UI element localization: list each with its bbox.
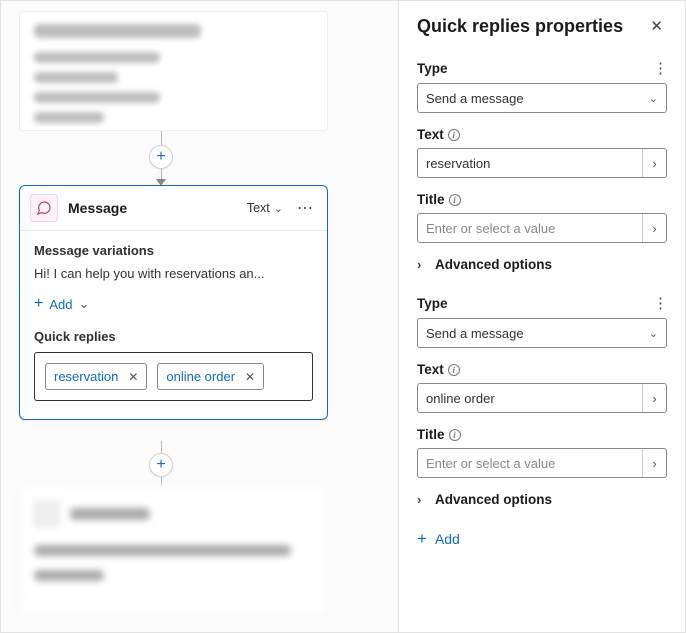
chevron-right-icon[interactable]: › (642, 384, 666, 412)
authoring-canvas[interactable]: + Message Text ⌄ ⋯ Message variations Hi (1, 1, 399, 632)
text-input[interactable]: online order › (417, 383, 667, 413)
add-variation-button[interactable]: + Add ⌄ (34, 295, 89, 313)
node-header: Message Text ⌄ ⋯ (20, 186, 327, 231)
remove-chip-icon[interactable]: ✕ (245, 370, 255, 384)
quick-replies-heading: Quick replies (34, 329, 313, 344)
chevron-down-icon: ⌄ (649, 327, 658, 340)
advanced-options-label: Advanced options (435, 257, 552, 272)
type-label: Type (417, 61, 448, 76)
chevron-right-icon: › (417, 257, 429, 272)
add-node-button[interactable]: + (149, 453, 173, 477)
plus-icon: + (417, 529, 427, 549)
add-node-button[interactable]: + (149, 145, 173, 169)
variation-row[interactable]: Hi! I can help you with reservations an.… (34, 266, 313, 281)
type-label: Type (417, 296, 448, 311)
panel-header: Quick replies properties ✕ (417, 15, 667, 37)
title-input[interactable]: Enter or select a value › (417, 448, 667, 478)
type-value: Send a message (426, 91, 524, 106)
panel-title: Quick replies properties (417, 16, 623, 37)
message-node[interactable]: Message Text ⌄ ⋯ Message variations Hi! … (19, 185, 328, 420)
chevron-right-icon[interactable]: › (642, 149, 666, 177)
quick-reply-group: Type ⋮ Send a message ⌄ Text i reservati… (417, 59, 667, 272)
chip-label: reservation (54, 369, 118, 384)
info-icon[interactable]: i (448, 129, 460, 141)
info-icon[interactable]: i (449, 194, 461, 206)
text-input[interactable]: reservation › (417, 148, 667, 178)
chevron-right-icon[interactable]: › (642, 449, 666, 477)
title-label: Title i (417, 192, 461, 207)
text-value: reservation (426, 156, 490, 171)
close-panel-button[interactable]: ✕ (646, 15, 667, 37)
node-mode-label: Text (247, 201, 270, 215)
title-label: Title i (417, 427, 461, 442)
app-root: + Message Text ⌄ ⋯ Message variations Hi (0, 0, 686, 633)
add-label: Add (435, 531, 460, 547)
chevron-down-icon: ⌄ (78, 296, 89, 312)
info-icon[interactable]: i (448, 364, 460, 376)
type-value: Send a message (426, 326, 524, 341)
text-value: online order (426, 391, 495, 406)
blurred-node-top (19, 11, 328, 131)
chip-reservation[interactable]: reservation ✕ (45, 363, 147, 390)
node-body: Message variations Hi! I can help you wi… (20, 231, 327, 419)
advanced-options-toggle[interactable]: › Advanced options (417, 492, 667, 507)
title-placeholder: Enter or select a value (426, 456, 555, 471)
text-label: Text i (417, 362, 460, 377)
info-icon[interactable]: i (449, 429, 461, 441)
node-output-mode[interactable]: Text ⌄ (247, 201, 283, 215)
quick-replies-box[interactable]: reservation ✕ online order ✕ (34, 352, 313, 401)
quick-reply-group: Type ⋮ Send a message ⌄ Text i online or… (417, 294, 667, 507)
group-more-menu[interactable]: ⋮ (653, 294, 667, 312)
chip-online-order[interactable]: online order ✕ (157, 363, 264, 390)
type-select[interactable]: Send a message ⌄ (417, 318, 667, 348)
text-label: Text i (417, 127, 460, 142)
type-select[interactable]: Send a message ⌄ (417, 83, 667, 113)
group-more-menu[interactable]: ⋮ (653, 59, 667, 77)
title-placeholder: Enter or select a value (426, 221, 555, 236)
chevron-down-icon: ⌄ (274, 202, 283, 215)
advanced-options-label: Advanced options (435, 492, 552, 507)
advanced-options-toggle[interactable]: › Advanced options (417, 257, 667, 272)
chevron-down-icon: ⌄ (649, 92, 658, 105)
chevron-right-icon[interactable]: › (642, 214, 666, 242)
node-title: Message (68, 200, 237, 216)
remove-chip-icon[interactable]: ✕ (128, 370, 138, 384)
chevron-right-icon: › (417, 492, 429, 507)
chip-label: online order (166, 369, 235, 384)
node-more-menu[interactable]: ⋯ (293, 198, 317, 218)
message-icon (30, 194, 58, 222)
blurred-node-bottom (19, 486, 328, 616)
add-label: Add (49, 297, 72, 312)
add-quick-reply-button[interactable]: + Add (417, 529, 667, 549)
properties-panel: Quick replies properties ✕ Type ⋮ Send a… (399, 1, 685, 632)
plus-icon: + (34, 295, 43, 313)
title-input[interactable]: Enter or select a value › (417, 213, 667, 243)
variations-heading: Message variations (34, 243, 313, 258)
